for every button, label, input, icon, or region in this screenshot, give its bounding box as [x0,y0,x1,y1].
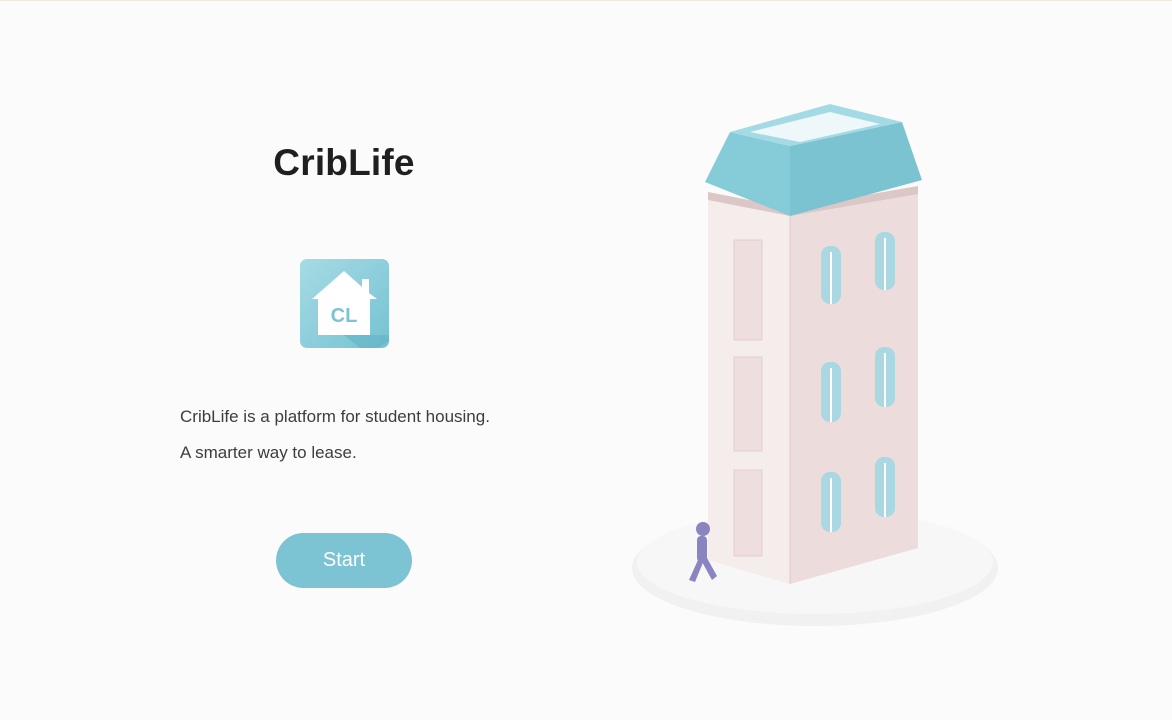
left-door-3 [733,469,763,557]
building-illustration [632,104,998,626]
app-title: CribLife [273,142,415,183]
logo-text: CL [331,305,358,327]
start-button[interactable]: Start [276,533,412,588]
tagline-line-2: A smarter way to lease. [180,443,357,462]
building-right-wall [790,186,918,584]
top-divider [0,0,1172,1]
left-door-1 [733,239,763,341]
app-logo-icon: CL [300,259,389,348]
left-door-2 [733,356,763,452]
landing-page: CribLife CL CribLife is a platform for s… [0,0,1172,720]
tagline-line-1: CribLife is a platform for student housi… [180,407,490,426]
